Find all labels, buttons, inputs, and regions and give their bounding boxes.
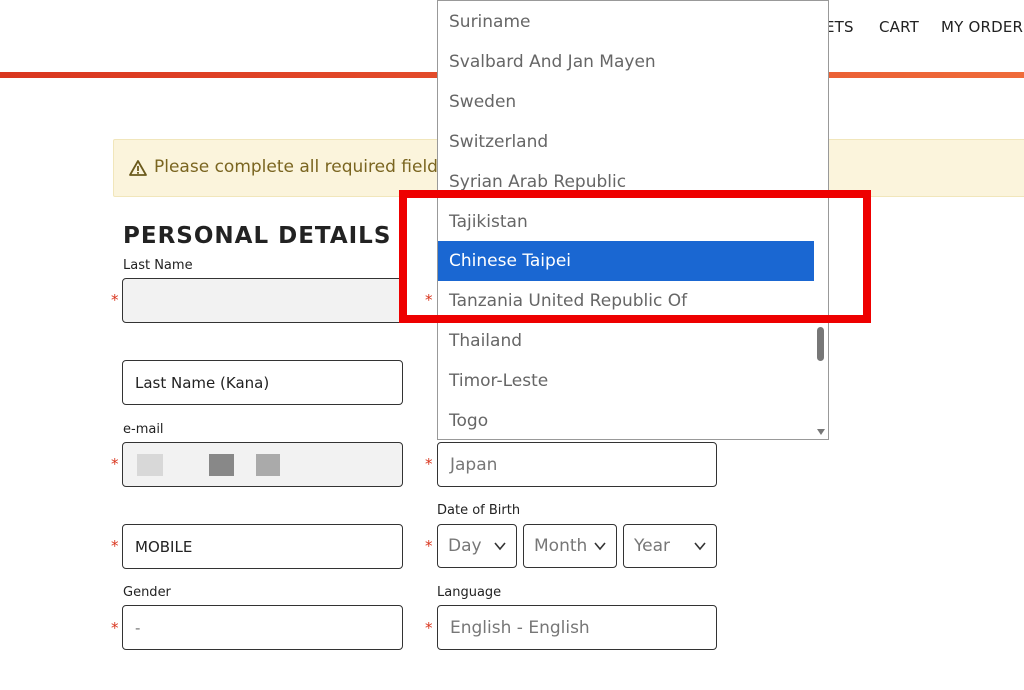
nav-link-cart[interactable]: CART [879, 18, 919, 36]
warning-icon [129, 160, 147, 176]
dob-month-select[interactable]: Month [523, 524, 617, 568]
nav-link-tickets[interactable]: ETS [825, 18, 854, 36]
required-marker: * [425, 619, 433, 637]
required-marker: * [425, 537, 433, 555]
phone-type-select[interactable]: MOBILE [122, 524, 403, 569]
last-name-input[interactable] [122, 278, 403, 323]
country-select[interactable]: Japan [437, 442, 717, 487]
gender-label: Gender [123, 585, 171, 600]
redacted-block [209, 454, 234, 476]
dob-year-value: Year [634, 536, 670, 556]
dropdown-option[interactable]: Tanzania United Republic Of [438, 281, 814, 321]
required-marker: * [425, 455, 433, 473]
dropdown-option-selected[interactable]: Chinese Taipei [438, 241, 814, 281]
required-marker: * [111, 291, 119, 309]
dropdown-option[interactable]: Svalbard And Jan Mayen [438, 42, 814, 82]
dropdown-option[interactable]: Tajikistan [438, 202, 814, 242]
dob-day-value: Day [448, 536, 482, 556]
language-select[interactable]: English - English [437, 605, 717, 650]
dob-day-select[interactable]: Day [437, 524, 517, 568]
email-field[interactable] [122, 442, 403, 487]
required-marker: * [111, 537, 119, 555]
nav-link-my-orders[interactable]: MY ORDERS [941, 18, 1024, 36]
language-label: Language [437, 585, 502, 600]
registration-page: ETS CART MY ORDERS Please complete all r… [0, 0, 1024, 690]
dropdown-option[interactable]: Togo [438, 401, 814, 439]
chevron-down-icon [494, 542, 506, 551]
required-marker: * [111, 455, 119, 473]
dropdown-scrollbar[interactable] [814, 1, 828, 439]
dob-month-value: Month [534, 536, 588, 556]
required-marker: * [425, 291, 433, 309]
last-name-label: Last Name [123, 258, 193, 273]
dropdown-option[interactable]: Switzerland [438, 122, 814, 162]
dropdown-option[interactable]: Syrian Arab Republic [438, 162, 814, 202]
gender-select[interactable]: - [122, 605, 403, 650]
dropdown-option[interactable]: Sweden [438, 82, 814, 122]
alert-message: Please complete all required fields [154, 157, 447, 177]
gender-value: - [135, 618, 141, 637]
dropdown-option[interactable]: Thailand [438, 321, 814, 361]
scrollbar-thumb[interactable] [817, 327, 824, 361]
dropdown-option[interactable]: Timor-Leste [438, 361, 814, 401]
redacted-block [137, 454, 163, 476]
chevron-down-icon [694, 542, 706, 551]
redacted-block [256, 454, 280, 476]
country-value: Japan [450, 454, 498, 475]
last-name-kana-input[interactable]: Last Name (Kana) [122, 360, 403, 405]
dob-label: Date of Birth [437, 503, 521, 518]
scroll-down-arrow-icon[interactable] [816, 428, 826, 436]
country-dropdown-list[interactable]: Suriname Svalbard And Jan Mayen Sweden S… [437, 0, 829, 440]
required-marker: * [111, 619, 119, 637]
last-name-kana-value: Last Name (Kana) [135, 373, 270, 392]
email-label: e-mail [123, 422, 164, 437]
section-title: PERSONAL DETAILS [123, 223, 392, 249]
language-value: English - English [450, 617, 590, 638]
dropdown-option[interactable]: Suriname [438, 2, 814, 42]
chevron-down-icon [594, 542, 606, 551]
dob-year-select[interactable]: Year [623, 524, 717, 568]
phone-type-value: MOBILE [135, 537, 193, 556]
